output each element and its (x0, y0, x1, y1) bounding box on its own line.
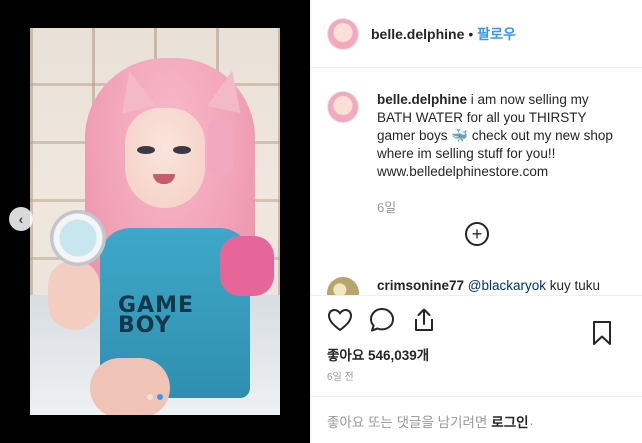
share-icon[interactable] (411, 307, 437, 338)
plus-icon: + (471, 224, 483, 244)
post-photo: GAME BOY (30, 28, 280, 415)
comment-icon[interactable] (369, 307, 395, 338)
shirt-sleeve (220, 236, 274, 296)
commenter-avatar[interactable] (327, 277, 359, 295)
post-header: belle.delphine • 팔로우 (311, 0, 642, 68)
carousel-dot-active[interactable] (157, 394, 163, 400)
bath-water-jar (50, 210, 106, 266)
caption-avatar[interactable] (327, 91, 359, 123)
headphone (208, 118, 234, 176)
leg (90, 358, 170, 415)
caption-text: belle.delphine i am now selling my BATH … (377, 91, 617, 181)
eye-left (137, 146, 155, 154)
model-face (125, 108, 205, 208)
comment-body: kuy tuku (549, 278, 601, 293)
carousel-dots (0, 394, 310, 400)
post-timestamp[interactable]: 6일 전 (327, 368, 354, 383)
comment-item: crimsonine77 @blackaryok kuy tuku (327, 277, 600, 295)
action-icons (327, 307, 627, 345)
header-separator: • (468, 25, 474, 42)
comment-text: crimsonine77 @blackaryok kuy tuku (377, 277, 600, 295)
shirt-print: GAME BOY (118, 293, 195, 338)
author-avatar[interactable] (327, 17, 359, 50)
caption-age: 6일 (377, 200, 397, 215)
arm (48, 260, 100, 330)
login-prompt-suffix: . (529, 413, 534, 428)
post-media: GAME BOY ‹ (0, 0, 310, 443)
post-caption: belle.delphine i am now selling my BATH … (327, 91, 617, 181)
heart-icon[interactable] (327, 308, 353, 337)
bookmark-icon[interactable] (591, 320, 613, 351)
author-username[interactable]: belle.delphine (371, 26, 464, 42)
comments-section: belle.delphine i am now selling my BATH … (311, 69, 642, 295)
like-count[interactable]: 좋아요 546,039개 (327, 344, 429, 364)
eye-right (173, 146, 191, 154)
login-link[interactable]: 로그인 (491, 411, 528, 431)
cat-ear-left (113, 66, 156, 113)
mouth (153, 174, 175, 184)
post-side-panel: belle.delphine • 팔로우 belle.delphine i am… (310, 0, 642, 443)
carousel-prev-button[interactable]: ‹ (9, 207, 33, 231)
carousel-dot[interactable] (147, 394, 153, 400)
comment-mention[interactable]: @blackaryok (468, 278, 550, 293)
comment-username[interactable]: crimsonine77 (377, 278, 468, 293)
caption-username[interactable]: belle.delphine (377, 92, 471, 107)
chevron-left-icon: ‹ (18, 211, 24, 227)
post-actions: 좋아요 546,039개 6일 전 좋아요 또는 댓글을 남기려면 로그인. (311, 295, 642, 443)
follow-button[interactable]: 팔로우 (477, 24, 516, 44)
load-more-comments-button[interactable]: + (465, 222, 489, 246)
login-prompt-prefix: 좋아요 또는 댓글을 남기려면 (327, 414, 488, 430)
login-prompt: 좋아요 또는 댓글을 남기려면 로그인. (311, 396, 642, 443)
